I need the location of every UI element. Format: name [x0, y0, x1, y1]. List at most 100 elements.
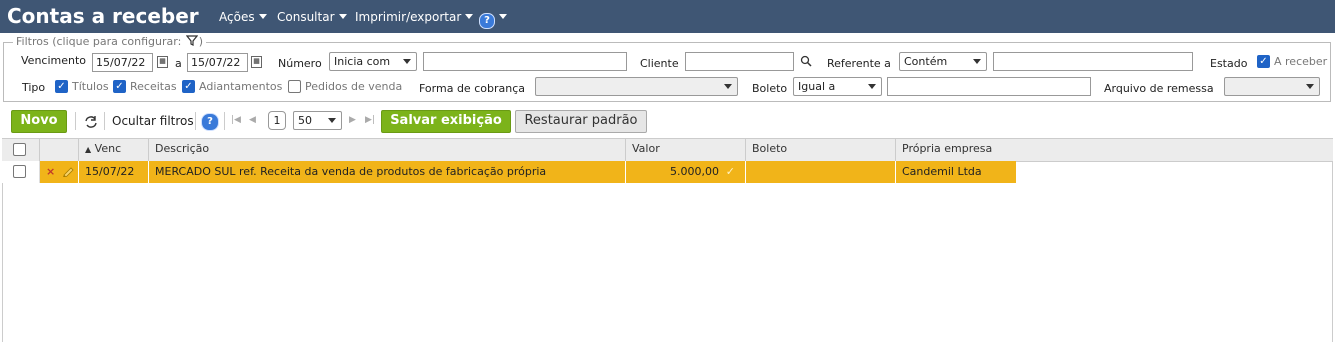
- divider: [104, 112, 105, 130]
- menu-imprimir-label: Imprimir/exportar: [355, 10, 462, 24]
- referente-label: Referente a: [827, 57, 891, 70]
- salvar-exibicao-button[interactable]: Salvar exibição: [381, 110, 511, 133]
- check-icon: ✓: [725, 165, 735, 178]
- ocultar-filtros-button[interactable]: Ocultar filtros: [112, 114, 194, 128]
- vencimento-to-input[interactable]: 15/07/22: [187, 53, 248, 72]
- boleto-operator-select[interactable]: Igual a: [793, 77, 882, 96]
- forma-cobranca-select[interactable]: [535, 77, 738, 96]
- vencimento-from-input[interactable]: 15/07/22: [92, 53, 153, 72]
- cell-venc: 15/07/22: [79, 161, 149, 183]
- table-row[interactable]: × 15/07/22 MERCADO SUL ref. Receita da v…: [2, 161, 1016, 183]
- column-header-propria-empresa[interactable]: Própria empresa: [896, 139, 1333, 161]
- next-page-icon[interactable]: ▶: [349, 115, 356, 125]
- first-page-icon[interactable]: |◀: [231, 115, 241, 125]
- help-icon[interactable]: ?: [201, 113, 219, 131]
- cell-valor: 5.000,00 ✓: [626, 161, 746, 183]
- cell-descricao: MERCADO SUL ref. Receita da venda de pro…: [149, 161, 626, 183]
- tipo-titulos-label: Títulos: [72, 80, 109, 93]
- numero-input[interactable]: [423, 52, 627, 71]
- chevron-down-icon: [868, 84, 876, 89]
- menu-consultar[interactable]: Consultar: [277, 10, 347, 24]
- tipo-pedidos-label: Pedidos de venda: [305, 80, 403, 93]
- menu-acoes[interactable]: Ações: [219, 10, 267, 24]
- vencimento-label: Vencimento: [21, 54, 87, 67]
- chevron-down-icon: [1306, 84, 1314, 89]
- caret-down-icon: [258, 14, 267, 19]
- numero-operator-value: Inicia com: [334, 55, 391, 68]
- caret-down-icon: [465, 14, 474, 19]
- help-icon: ?: [479, 13, 495, 29]
- divider: [224, 112, 225, 130]
- top-bar: Contas a receber Ações Consultar Imprimi…: [0, 0, 1335, 33]
- page-title: Contas a receber: [7, 4, 199, 28]
- tipo-titulos-checkbox[interactable]: ✓: [55, 80, 68, 93]
- forma-cobranca-label: Forma de cobrança: [419, 82, 525, 95]
- select-all-cell: [2, 139, 40, 161]
- column-label: Venc: [94, 142, 122, 155]
- boleto-input[interactable]: [887, 77, 1091, 96]
- divider: [195, 112, 196, 130]
- estado-a-receber-checkbox[interactable]: ✓: [1257, 55, 1270, 68]
- row-select-cell: [2, 161, 40, 183]
- boleto-label: Boleto: [752, 82, 788, 95]
- cliente-input[interactable]: [685, 52, 794, 71]
- tipo-receitas-checkbox[interactable]: ✓: [113, 80, 126, 93]
- tipo-adiantamentos-checkbox[interactable]: ✓: [182, 80, 195, 93]
- estado-a-receber-label: A receber: [1274, 55, 1328, 68]
- caret-down-icon: [338, 14, 347, 19]
- chevron-down-icon: [328, 118, 336, 123]
- vencimento-to-label: a: [175, 57, 182, 70]
- menu-imprimir-exportar[interactable]: Imprimir/exportar: [355, 10, 474, 24]
- filters-legend[interactable]: Filtros (clique para configurar: ): [13, 35, 207, 48]
- filters-legend-close: ): [198, 35, 204, 48]
- last-page-icon[interactable]: ▶|: [365, 115, 375, 125]
- prev-page-icon[interactable]: ◀: [249, 115, 256, 125]
- boleto-operator-value: Igual a: [798, 80, 836, 93]
- chevron-down-icon: [724, 84, 732, 89]
- row-checkbox[interactable]: [13, 165, 26, 178]
- column-header-venc[interactable]: ▲ Venc: [79, 139, 149, 161]
- arquivo-remessa-select[interactable]: [1224, 77, 1320, 96]
- filter-icon[interactable]: [185, 35, 199, 46]
- filters-legend-text: Filtros (clique para configurar:: [16, 35, 182, 48]
- select-all-checkbox[interactable]: [13, 143, 26, 156]
- page-number-input[interactable]: 1: [268, 111, 286, 130]
- tipo-pedidos-checkbox[interactable]: [288, 80, 301, 93]
- menu-acoes-label: Ações: [219, 10, 255, 24]
- chevron-down-icon: [403, 59, 411, 64]
- row-actions-cell: ×: [40, 161, 79, 183]
- valor-text: 5.000,00: [670, 165, 719, 178]
- column-header-valor[interactable]: Valor: [626, 139, 746, 161]
- edit-pencil-icon[interactable]: [62, 165, 74, 178]
- chevron-down-icon: [973, 59, 981, 64]
- estado-label: Estado: [1210, 57, 1248, 70]
- restaurar-padrao-button[interactable]: Restaurar padrão: [515, 110, 647, 133]
- calendar-icon[interactable]: ▦: [157, 56, 168, 68]
- numero-label: Número: [278, 57, 322, 70]
- sort-asc-icon: ▲: [85, 145, 92, 154]
- menu-help[interactable]: ?: [479, 10, 507, 29]
- arquivo-remessa-label: Arquivo de remessa: [1104, 82, 1214, 95]
- delete-icon[interactable]: ×: [46, 165, 55, 178]
- actions-header: [40, 139, 79, 161]
- referente-input[interactable]: [993, 52, 1193, 71]
- page-size-select[interactable]: 50: [293, 111, 342, 130]
- column-header-descricao[interactable]: Descrição: [149, 139, 626, 161]
- numero-operator-select[interactable]: Inicia com: [329, 52, 417, 71]
- tipo-label: Tipo: [22, 81, 46, 94]
- menu-consultar-label: Consultar: [277, 10, 335, 24]
- refresh-icon[interactable]: [84, 115, 98, 128]
- toolbar: Novo Ocultar filtros ? |◀ ◀ 1 50 ▶ ▶| Sa…: [0, 108, 1335, 136]
- referente-operator-value: Contém: [904, 55, 948, 68]
- search-icon[interactable]: [800, 55, 812, 67]
- column-header-boleto[interactable]: Boleto: [746, 139, 896, 161]
- novo-button[interactable]: Novo: [11, 110, 67, 133]
- tipo-receitas-label: Receitas: [130, 80, 177, 93]
- cliente-label: Cliente: [640, 57, 679, 70]
- calendar-icon[interactable]: ▦: [251, 56, 262, 68]
- referente-operator-select[interactable]: Contém: [899, 52, 987, 71]
- page-size-value: 50: [298, 114, 312, 127]
- cell-boleto: [746, 161, 896, 183]
- caret-down-icon: [499, 14, 507, 19]
- table-header: ▲ Venc Descrição Valor Boleto Própria em…: [2, 138, 1333, 162]
